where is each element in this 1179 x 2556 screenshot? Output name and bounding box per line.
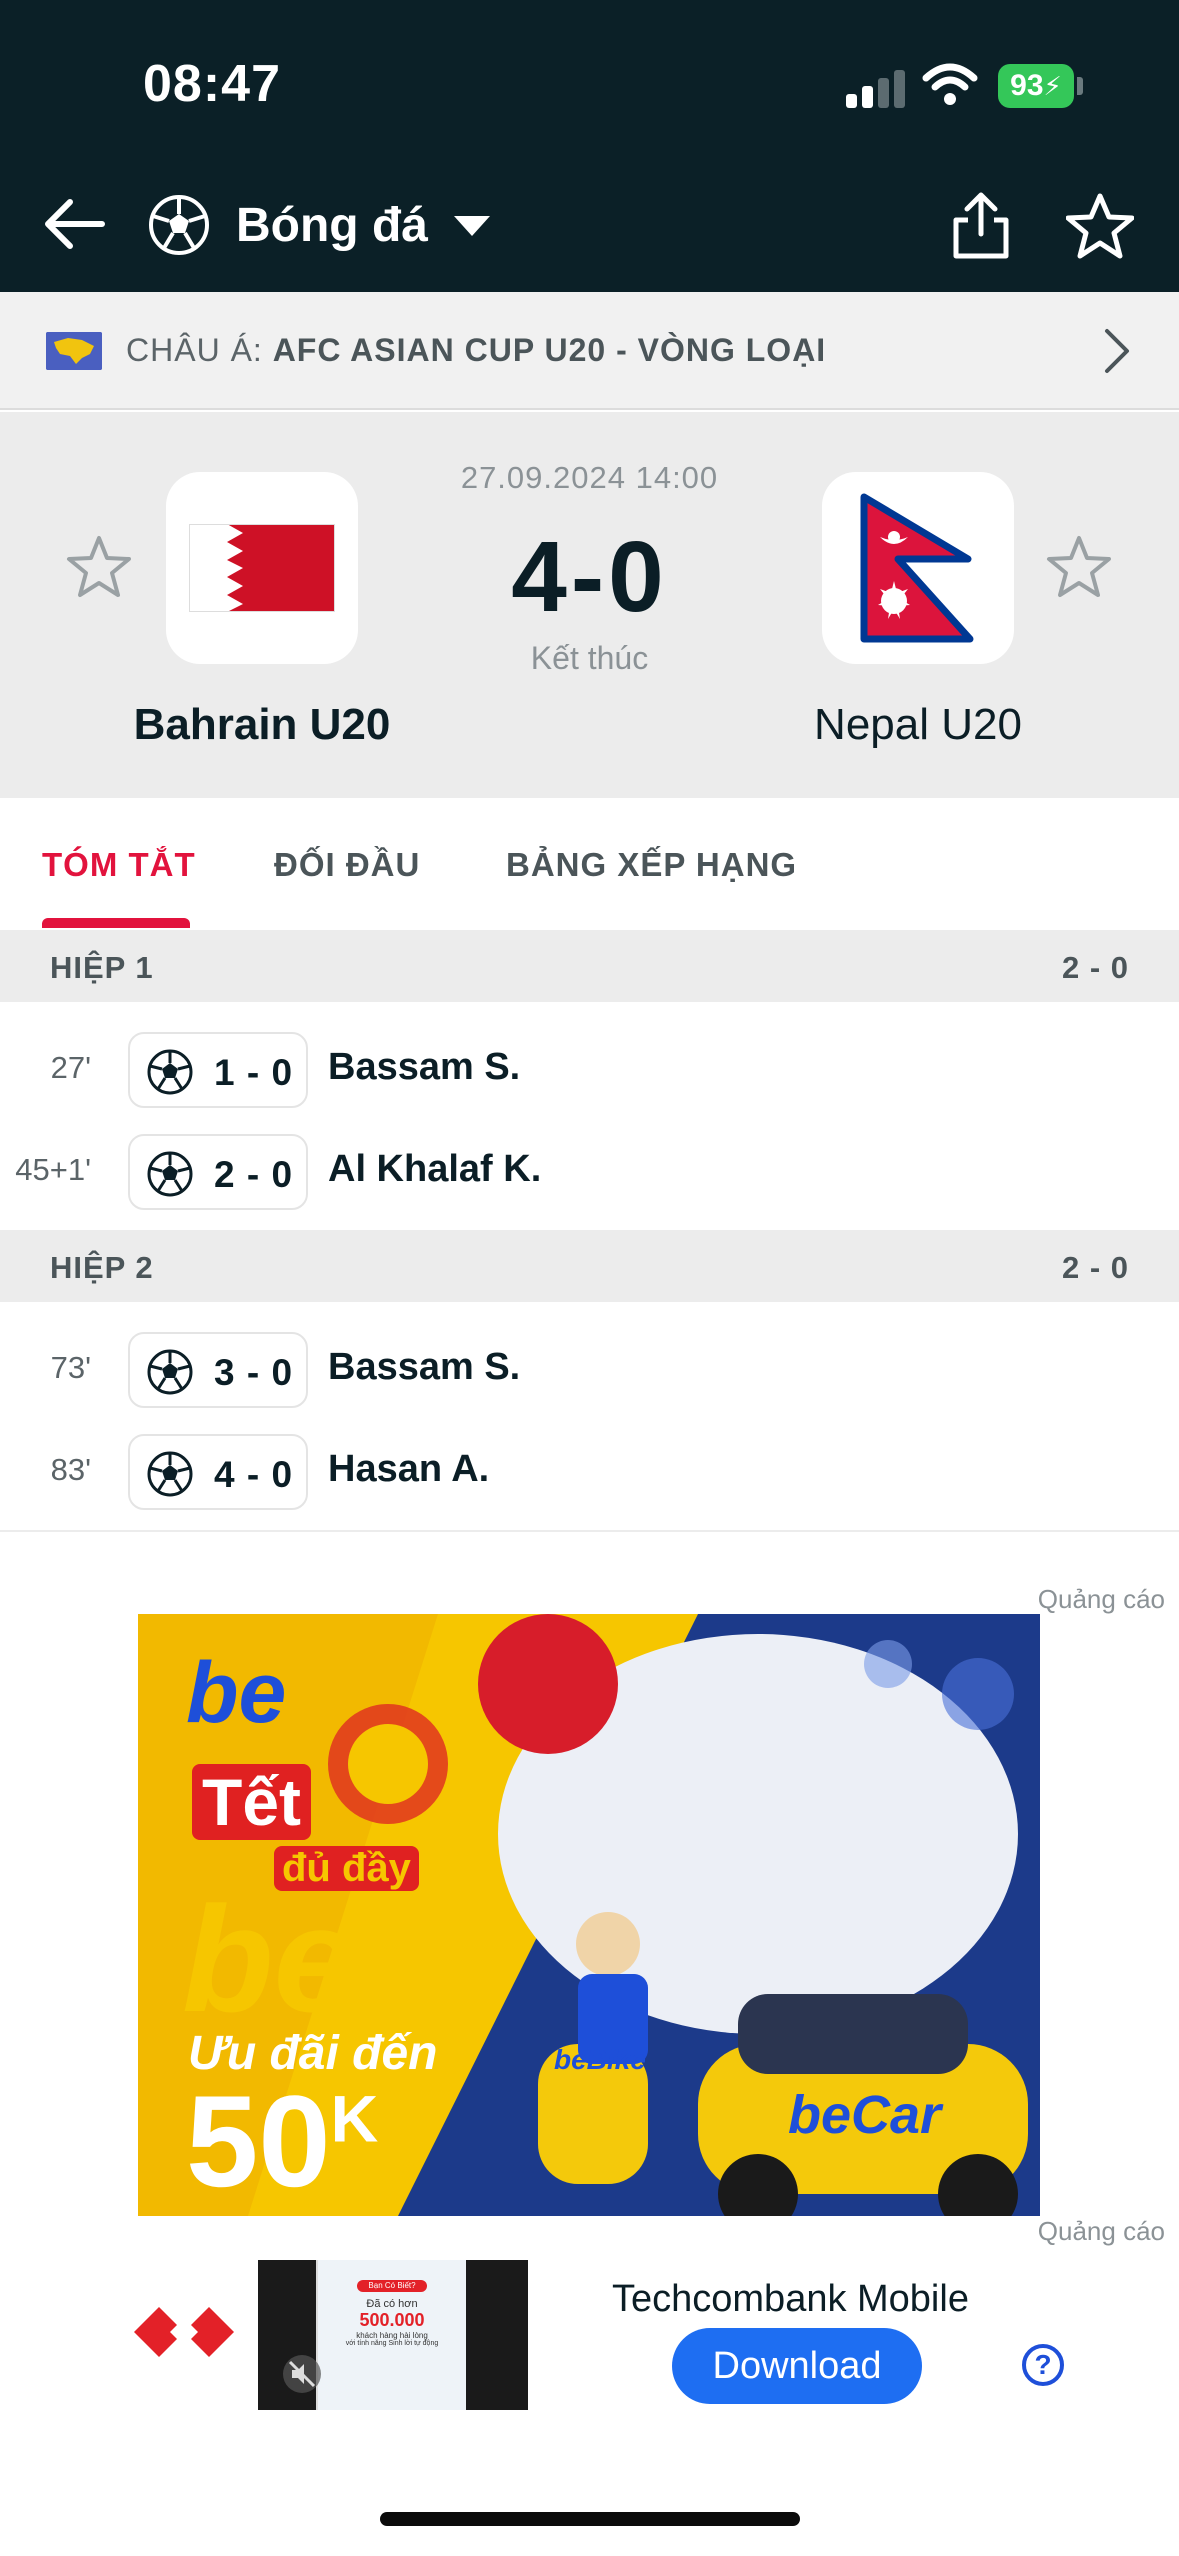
match-summary-screen: 08:47 93 ⚡ Bóng đá CHÂU Á: AFC ASIAN CUP… xyxy=(0,0,1179,2556)
competition-link[interactable]: CHÂU Á: AFC ASIAN CUP U20 - VÒNG LOẠI xyxy=(0,292,1179,410)
soccer-ball-icon xyxy=(147,1151,193,1197)
soccer-ball-icon xyxy=(149,195,209,255)
goal-event[interactable]: 83' 4 - 0 Hasan A. xyxy=(0,1418,1179,1518)
goal-event[interactable]: 27' 1 - 0 Bassam S. xyxy=(0,1016,1179,1116)
thumb-line2: khách hàng hài lòng xyxy=(356,2331,428,2340)
ad-brand-large: be xyxy=(182,1875,358,2043)
goal-event[interactable]: 45+1' 2 - 0 Al Khalaf K. xyxy=(0,1118,1179,1218)
event-minute: 27' xyxy=(50,1050,91,1085)
ad-label: Quảng cáo xyxy=(1037,1584,1165,1614)
app-install-ad[interactable]: Bạn Có Biết? Đã có hơn 500.000 khách hàn… xyxy=(0,2260,1179,2440)
ad-label: Quảng cáo xyxy=(1037,2216,1165,2246)
mute-icon[interactable] xyxy=(282,2354,322,2394)
goal-scorer: Bassam S. xyxy=(328,1346,521,1388)
soccer-ball-icon xyxy=(147,1049,193,1095)
ad-video-thumbnail[interactable]: Bạn Có Biết? Đã có hơn 500.000 khách hàn… xyxy=(258,2260,528,2410)
thumb-tag: Bạn Có Biết? xyxy=(357,2280,427,2292)
event-minute: 45+1' xyxy=(15,1152,91,1187)
thumb-line1: Đã có hơn xyxy=(366,2298,418,2310)
half-label: HIỆP 2 xyxy=(50,1250,154,1285)
home-team-name[interactable]: Bahrain U20 xyxy=(72,700,452,750)
cellular-signal-icon xyxy=(846,68,906,108)
battery-tip xyxy=(1077,77,1083,95)
goal-badge: 3 - 0 xyxy=(128,1332,308,1408)
back-arrow-icon[interactable] xyxy=(40,188,112,260)
goal-badge: 1 - 0 xyxy=(128,1032,308,1108)
soccer-ball-icon xyxy=(147,1349,193,1395)
goal-scorer: Hasan A. xyxy=(328,1448,490,1490)
ad-vehicle-car: beCar xyxy=(788,2085,942,2145)
event-minute: 83' xyxy=(50,1452,91,1487)
share-icon[interactable] xyxy=(948,190,1014,262)
tab-bar: TÓM TẮT ĐỐI ĐẦU BẢNG XẾP HẠNG xyxy=(0,798,1179,930)
away-favorite-star-icon[interactable] xyxy=(1046,534,1112,600)
goal-score: 4 - 0 xyxy=(214,1454,294,1495)
half-score: 2 - 0 xyxy=(1061,1250,1129,1285)
half-1-header: HIỆP 1 2 - 0 xyxy=(0,930,1179,1002)
nepal-flag-icon xyxy=(860,493,974,643)
ad-line1: Tết xyxy=(192,1764,311,1840)
half-2-header: HIỆP 2 2 - 0 xyxy=(0,1230,1179,1302)
techcombank-logo-icon xyxy=(134,2307,234,2357)
ad-amount-number: 50 xyxy=(186,2068,331,2214)
tab-standings[interactable]: BẢNG XẾP HẠNG xyxy=(506,846,797,884)
ad-thumbnail-image: Bạn Có Biết? Đã có hơn 500.000 khách hàn… xyxy=(316,2260,466,2410)
goal-badge: 2 - 0 xyxy=(128,1134,308,1210)
dropdown-caret-icon[interactable] xyxy=(454,216,490,236)
ad-vehicle-bike: beBike xyxy=(554,2044,646,2075)
goal-score: 1 - 0 xyxy=(214,1052,294,1093)
favorite-star-icon[interactable] xyxy=(1066,192,1134,260)
app-header: 08:47 93 ⚡ Bóng đá xyxy=(0,0,1179,292)
ad-amount: 50K xyxy=(186,2076,378,2206)
chevron-right-icon xyxy=(1105,329,1129,373)
match-header: Bahrain U20 27.09.2024 14:00 4-0 Kết thú… xyxy=(0,412,1179,798)
sport-selector-title[interactable]: Bóng đá xyxy=(236,198,428,253)
divider xyxy=(0,1530,1179,1532)
ad-banner[interactable]: be Tết đủ đầy be Ưu đãi đến 50K beBike b… xyxy=(138,1614,1040,2216)
goal-scorer: Al Khalaf K. xyxy=(328,1148,542,1190)
away-team-logo[interactable] xyxy=(822,472,1014,664)
battery-level: 93 xyxy=(1010,69,1044,102)
goal-score: 3 - 0 xyxy=(214,1352,294,1393)
ad-help-icon[interactable]: ? xyxy=(1022,2344,1064,2386)
tab-head-to-head[interactable]: ĐỐI ĐẦU xyxy=(274,846,420,884)
active-tab-indicator xyxy=(42,918,190,928)
wifi-icon xyxy=(922,63,978,105)
home-indicator[interactable] xyxy=(380,2512,800,2526)
ad-brand: be xyxy=(186,1645,287,1741)
goal-event[interactable]: 73' 3 - 0 Bassam S. xyxy=(0,1316,1179,1416)
competition-title: CHÂU Á: AFC ASIAN CUP U20 - VÒNG LOẠI xyxy=(126,332,826,369)
goal-score: 2 - 0 xyxy=(214,1154,294,1195)
ad-amount-unit: K xyxy=(330,2081,379,2156)
ad-app-title[interactable]: Techcombank Mobile xyxy=(612,2278,969,2321)
goal-badge: 4 - 0 xyxy=(128,1434,308,1510)
thumb-line3: với tính năng Sinh lời tự động xyxy=(345,2340,439,2347)
battery-indicator: 93 ⚡ xyxy=(998,64,1074,108)
goal-scorer: Bassam S. xyxy=(328,1046,521,1088)
away-team-name[interactable]: Nepal U20 xyxy=(728,700,1108,750)
competition-name: AFC ASIAN CUP U20 - VÒNG LOẠI xyxy=(272,332,827,368)
download-button[interactable]: Download xyxy=(672,2328,922,2404)
tab-summary[interactable]: TÓM TẮT xyxy=(42,846,196,884)
event-minute: 73' xyxy=(50,1350,91,1385)
thumb-number: 500.000 xyxy=(359,2310,425,2330)
status-time: 08:47 xyxy=(143,55,281,113)
half-label: HIỆP 1 xyxy=(50,950,154,985)
competition-region: CHÂU Á: xyxy=(126,332,263,368)
half-score: 2 - 0 xyxy=(1061,950,1129,985)
asia-flag-icon xyxy=(46,332,102,370)
soccer-ball-icon xyxy=(147,1451,193,1497)
